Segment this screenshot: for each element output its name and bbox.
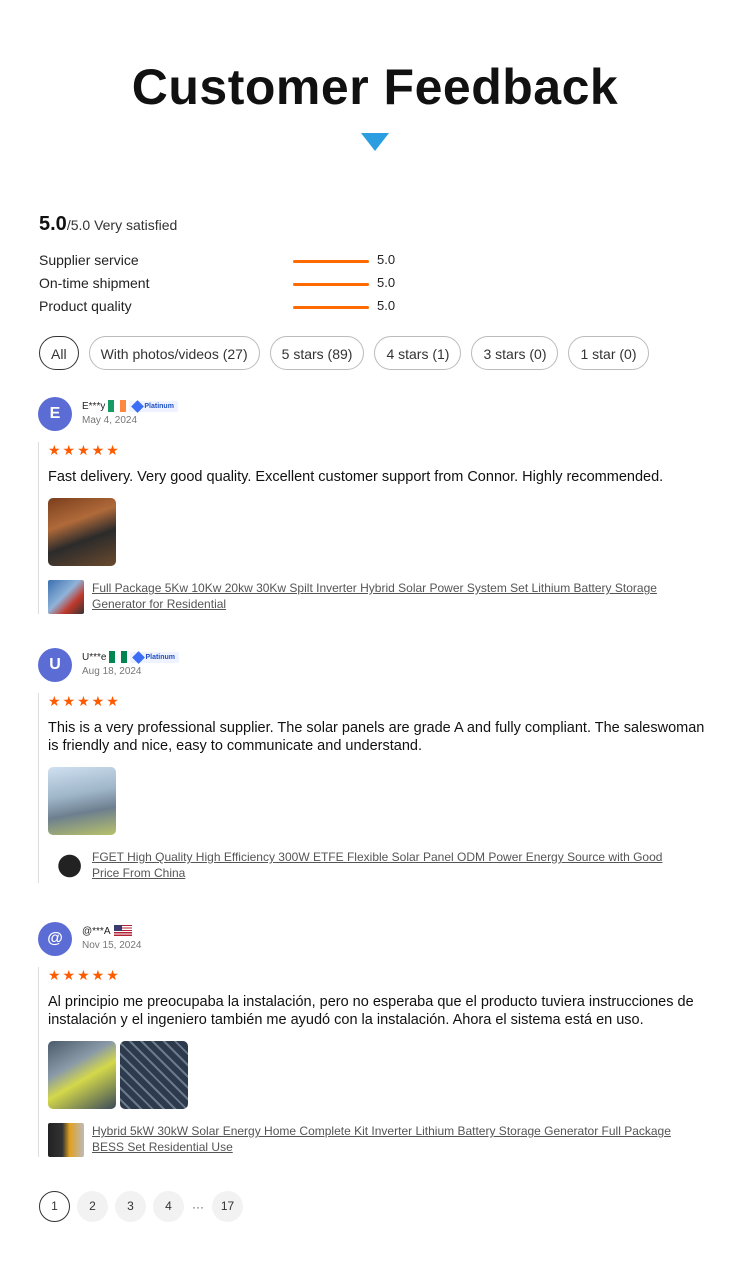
metric-value: 5.0 bbox=[377, 298, 396, 313]
page-3-button[interactable]: 3 bbox=[115, 1191, 146, 1222]
avatar: E bbox=[38, 397, 72, 431]
filter-all[interactable]: All bbox=[39, 336, 79, 370]
platinum-badge: Platinum bbox=[129, 399, 178, 413]
reviewer-name: U***e bbox=[82, 651, 107, 663]
review-photo[interactable] bbox=[48, 1041, 116, 1109]
page-1-button[interactable]: 1 bbox=[39, 1191, 70, 1222]
nigeria-flag-icon bbox=[109, 651, 128, 663]
star-rating-icon: ★★★★★ bbox=[48, 693, 121, 709]
metric-bar bbox=[293, 260, 369, 263]
star-rating-icon: ★★★★★ bbox=[48, 967, 121, 983]
metric-bar bbox=[293, 306, 369, 309]
metric-label: On-time shipment bbox=[39, 275, 150, 291]
review-date: Aug 18, 2024 bbox=[82, 666, 142, 677]
review-body: ★★★★★ This is a very professional suppli… bbox=[38, 693, 718, 883]
product-link[interactable]: FGET High Quality High Efficiency 300W E… bbox=[48, 849, 718, 883]
product-thumbnail bbox=[48, 580, 84, 614]
product-title[interactable]: FGET High Quality High Efficiency 300W E… bbox=[92, 849, 672, 881]
product-title[interactable]: Hybrid 5kW 30kW Solar Energy Home Comple… bbox=[92, 1123, 672, 1155]
avatar: @ bbox=[38, 922, 72, 956]
metric-supplier-service: Supplier service 5.0 bbox=[39, 252, 439, 272]
overall-verdict: Very satisfied bbox=[94, 217, 178, 233]
product-thumbnail bbox=[48, 849, 84, 883]
review-date: Nov 15, 2024 bbox=[82, 940, 142, 951]
reviewer-info: @***A bbox=[82, 925, 132, 937]
avatar: U bbox=[38, 648, 72, 682]
pagination: 1 2 3 4 ··· 17 bbox=[39, 1191, 243, 1222]
metric-value: 5.0 bbox=[377, 252, 396, 267]
filter-4-stars[interactable]: 4 stars (1) bbox=[374, 336, 462, 370]
ireland-flag-icon bbox=[108, 400, 127, 412]
review-body: ★★★★★ Fast delivery. Very good quality. … bbox=[38, 442, 718, 614]
review-text: This is a very professional supplier. Th… bbox=[48, 720, 705, 754]
star-rating-icon: ★★★★★ bbox=[48, 442, 121, 458]
metric-bar bbox=[293, 283, 369, 286]
overall-score: 5.0 bbox=[39, 213, 67, 235]
review-photos bbox=[48, 767, 718, 835]
review-photo[interactable] bbox=[120, 1041, 188, 1109]
down-arrow-icon bbox=[361, 133, 389, 151]
reviewer-name: E***y bbox=[82, 400, 106, 412]
page-last-button[interactable]: 17 bbox=[212, 1191, 243, 1222]
customer-feedback-page: Customer Feedback 5.0/5.0 Very satisfied… bbox=[0, 0, 750, 1279]
filter-with-photos[interactable]: With photos/videos (27) bbox=[88, 336, 260, 370]
metric-product-quality: Product quality 5.0 bbox=[39, 298, 439, 318]
page-2-button[interactable]: 2 bbox=[77, 1191, 108, 1222]
pagination-ellipsis: ··· bbox=[192, 1199, 204, 1214]
review-photo[interactable] bbox=[48, 498, 116, 566]
filter-3-stars[interactable]: 3 stars (0) bbox=[471, 336, 559, 370]
product-thumbnail bbox=[48, 1123, 84, 1157]
platinum-badge: Platinum bbox=[130, 650, 180, 664]
reviewer-info: U***e Platinum bbox=[82, 650, 180, 664]
filter-1-star[interactable]: 1 star (0) bbox=[568, 336, 649, 370]
review-text: Al principio me preocupaba la instalació… bbox=[48, 994, 694, 1028]
review-text: Fast delivery. Very good quality. Excell… bbox=[48, 469, 664, 485]
metric-value: 5.0 bbox=[377, 275, 396, 290]
product-link[interactable]: Full Package 5Kw 10Kw 20kw 30Kw Spilt In… bbox=[48, 580, 718, 614]
overall-rating: 5.0/5.0 Very satisfied bbox=[39, 213, 177, 236]
review-photos bbox=[48, 498, 718, 566]
review-body: ★★★★★ Al principio me preocupaba la inst… bbox=[38, 967, 718, 1157]
product-link[interactable]: Hybrid 5kW 30kW Solar Energy Home Comple… bbox=[48, 1123, 718, 1157]
metric-label: Product quality bbox=[39, 298, 132, 314]
review-photos bbox=[48, 1041, 718, 1109]
review-filters: All With photos/videos (27) 5 stars (89)… bbox=[39, 336, 649, 370]
metric-on-time-shipment: On-time shipment 5.0 bbox=[39, 275, 439, 295]
reviewer-info: E***y Platinum bbox=[82, 399, 178, 413]
filter-5-stars[interactable]: 5 stars (89) bbox=[269, 336, 365, 370]
badge-label: Platinum bbox=[144, 402, 174, 410]
diamond-icon bbox=[132, 650, 146, 664]
review-date: May 4, 2024 bbox=[82, 415, 138, 426]
page-4-button[interactable]: 4 bbox=[153, 1191, 184, 1222]
metric-label: Supplier service bbox=[39, 252, 139, 268]
overall-out-of: /5.0 bbox=[66, 217, 91, 233]
diamond-icon bbox=[131, 399, 145, 413]
product-title[interactable]: Full Package 5Kw 10Kw 20kw 30Kw Spilt In… bbox=[92, 580, 672, 612]
reviewer-name: @***A bbox=[82, 925, 111, 937]
review-photo[interactable] bbox=[48, 767, 116, 835]
us-flag-icon bbox=[113, 925, 132, 937]
badge-label: Platinum bbox=[145, 653, 176, 661]
page-title: Customer Feedback bbox=[131, 59, 619, 115]
